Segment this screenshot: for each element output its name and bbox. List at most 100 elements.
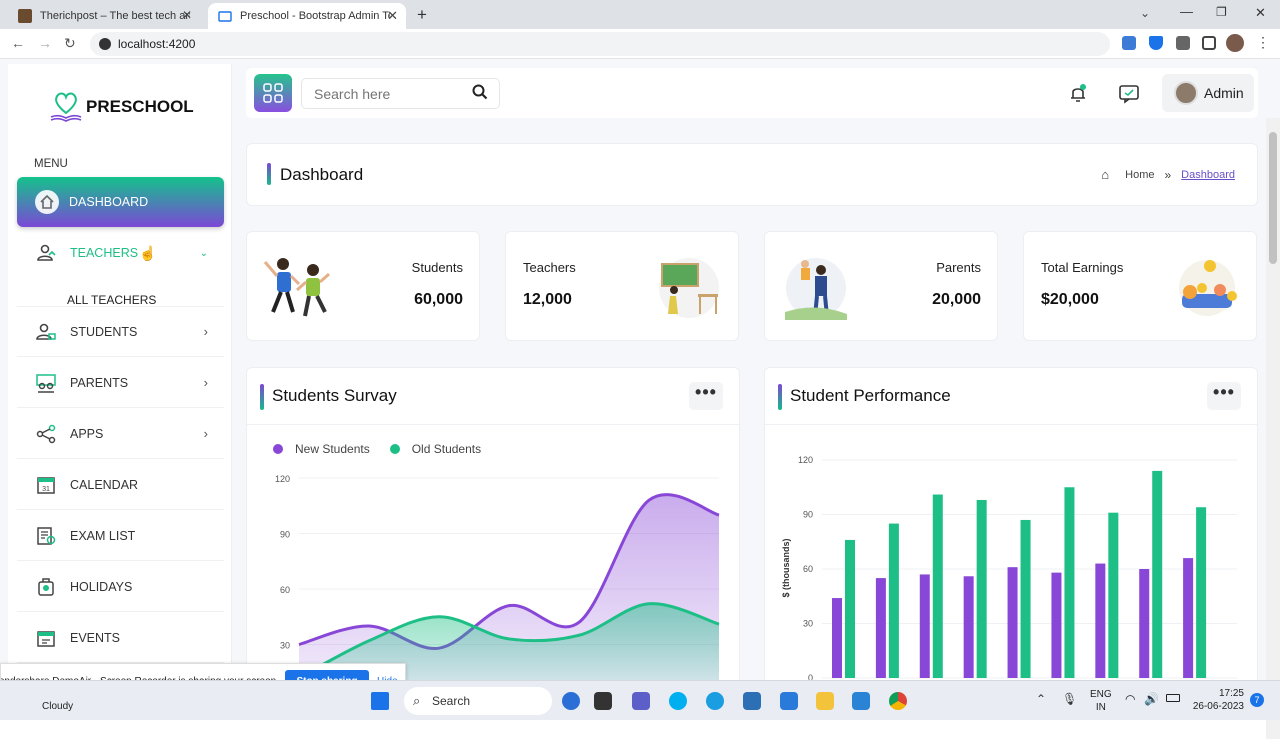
- chevron-up-icon[interactable]: ⌃: [1036, 692, 1046, 706]
- language-indicator[interactable]: ENG IN: [1090, 688, 1112, 714]
- clock[interactable]: 17:25 26-06-2023: [1190, 687, 1244, 713]
- stat-label: Parents: [936, 260, 981, 275]
- chevron-right-icon: ›: [203, 375, 208, 390]
- close-tab-icon[interactable]: ✕: [387, 8, 398, 24]
- chevron-right-icon: ›: [203, 426, 208, 441]
- mail-icon[interactable]: [780, 692, 798, 710]
- url-field[interactable]: localhost:4200: [90, 32, 1110, 56]
- sidebar-item-apps[interactable]: APPS ›: [17, 409, 224, 459]
- bar: [1020, 519, 1031, 678]
- microphone-icon[interactable]: 🎙: [1062, 692, 1077, 706]
- y-tick-label: 90: [803, 510, 813, 520]
- message-icon[interactable]: [1118, 82, 1140, 104]
- profile-avatar[interactable]: [1226, 34, 1244, 52]
- sidebar-item-holidays[interactable]: HOLIDAYS: [17, 562, 224, 612]
- sidebar-item-students[interactable]: STUDENTS ›: [17, 307, 224, 357]
- side-panel-icon[interactable]: [1202, 36, 1216, 50]
- teacher-icon: [36, 243, 56, 263]
- search-icon[interactable]: [472, 84, 488, 100]
- grid-menu-button[interactable]: [254, 74, 292, 112]
- tab-search-icon[interactable]: ⌄: [1140, 6, 1150, 20]
- bar: [888, 523, 899, 678]
- browser-tab-active[interactable]: Preschool - Bootstrap Admin Tem ✕: [208, 3, 406, 29]
- sidebar-item-label: HOLIDAYS: [70, 579, 133, 594]
- new-tab-icon[interactable]: +: [417, 5, 427, 25]
- home-icon[interactable]: ⌂: [1101, 167, 1109, 182]
- y-tick-label: 120: [798, 455, 813, 465]
- stat-card-students: Students 60,000: [246, 231, 480, 341]
- sidebar-item-label: PARENTS: [70, 375, 129, 390]
- browser-app-icon[interactable]: [562, 692, 580, 710]
- browser-tab[interactable]: Therichpost – The best tech and c: [8, 3, 206, 29]
- scrollbar-thumb[interactable]: [1269, 132, 1277, 264]
- minimize-icon[interactable]: —: [1180, 4, 1193, 19]
- shield-extension-icon[interactable]: [1149, 36, 1163, 50]
- exam-icon: [36, 526, 56, 546]
- sidebar-item-label: CALENDAR: [70, 477, 139, 492]
- stat-card-earnings: Total Earnings $20,000: [1023, 231, 1257, 341]
- sidebar-item-label: DASHBOARD: [69, 195, 149, 209]
- user-name: Admin: [1204, 85, 1244, 101]
- bar-chart: 1209060300$ (thousands): [781, 455, 1237, 683]
- stat-value: 12,000: [523, 291, 572, 308]
- file-explorer-icon[interactable]: [816, 692, 834, 710]
- sidebar-item-exam-list[interactable]: EXAM LIST: [17, 511, 224, 561]
- student-performance-card: Student Performance ••• 120 90 60 30 0 $ (tho…: [764, 367, 1258, 687]
- browser-tab-bar: Therichpost – The best tech and c Presch…: [0, 0, 1280, 29]
- notification-badge[interactable]: 7: [1250, 693, 1264, 707]
- battery-icon[interactable]: [1166, 694, 1180, 702]
- maximize-icon[interactable]: ❐: [1216, 5, 1227, 19]
- bar: [1139, 569, 1150, 678]
- extension-icon[interactable]: [1122, 36, 1136, 50]
- chevron-down-icon: ⌄: [199, 247, 208, 259]
- task-view-icon[interactable]: [594, 692, 612, 710]
- vscode-icon[interactable]: [852, 692, 870, 710]
- students-illustration-icon: [263, 258, 330, 317]
- close-tab-icon[interactable]: ✕: [182, 8, 192, 22]
- user-menu-button[interactable]: Admin: [1162, 74, 1254, 112]
- close-window-icon[interactable]: ✕: [1255, 5, 1266, 21]
- page-scrollbar[interactable]: [1266, 118, 1280, 739]
- menu-icon[interactable]: ⋮: [1256, 34, 1270, 51]
- bell-icon[interactable]: [1067, 82, 1089, 104]
- teams-icon[interactable]: [632, 692, 650, 710]
- edge-icon[interactable]: [706, 692, 724, 710]
- back-icon[interactable]: ←: [11, 35, 25, 51]
- bar: [1007, 567, 1018, 678]
- bar: [963, 576, 974, 678]
- title-accent-bar: [267, 163, 271, 185]
- wifi-icon[interactable]: ◠: [1125, 692, 1135, 706]
- taskbar-search-label: Search: [432, 694, 471, 708]
- chrome-icon[interactable]: [889, 692, 907, 710]
- sidebar-item-events[interactable]: EVENTS: [17, 613, 224, 663]
- sidebar-item-parents[interactable]: PARENTS ›: [17, 358, 224, 408]
- breadcrumb-home[interactable]: Home: [1125, 169, 1154, 181]
- sidebar-item-dashboard[interactable]: DASHBOARD: [17, 177, 224, 227]
- store-icon[interactable]: [743, 692, 761, 710]
- sidebar-subitem-all-teachers[interactable]: ALL TEACHERS: [67, 293, 156, 307]
- site-info-icon[interactable]: [99, 38, 111, 50]
- sidebar-item-label: APPS: [70, 426, 104, 441]
- taskbar-search[interactable]: ⌕ Search: [404, 687, 552, 715]
- sidebar-item-calendar[interactable]: 31 CALENDAR: [17, 460, 224, 510]
- volume-icon[interactable]: 🔊: [1144, 692, 1159, 706]
- breadcrumb-current[interactable]: Dashboard: [1181, 169, 1235, 181]
- house-icon: [35, 190, 59, 214]
- weather-text[interactable]: Cloudy: [42, 701, 73, 712]
- sidebar-item-teachers[interactable]: TEACHERS ☝ ⌄: [17, 228, 224, 278]
- reload-icon[interactable]: ↻: [64, 35, 76, 52]
- windows-start-icon[interactable]: [371, 692, 389, 710]
- y-axis-label: $ (thousands): [781, 538, 791, 597]
- forward-icon[interactable]: →: [38, 35, 52, 51]
- student-icon: [36, 322, 56, 342]
- skype-icon[interactable]: [669, 692, 687, 710]
- search-input[interactable]: [301, 78, 500, 109]
- sidebar-item-label: STUDENTS: [70, 324, 138, 339]
- breadcrumb: ⌂ Home » Dashboard: [1101, 167, 1235, 182]
- y-tick-label: 30: [280, 641, 290, 651]
- puzzle-icon[interactable]: [1176, 36, 1190, 50]
- stat-label: Teachers: [523, 260, 576, 275]
- brand-logo[interactable]: PRESCHOOL: [48, 89, 194, 125]
- heart-book-icon: [50, 92, 82, 122]
- app-page: PRESCHOOL MENU DASHBOARD TEACHERS ☝ ⌄ AL…: [0, 59, 1280, 739]
